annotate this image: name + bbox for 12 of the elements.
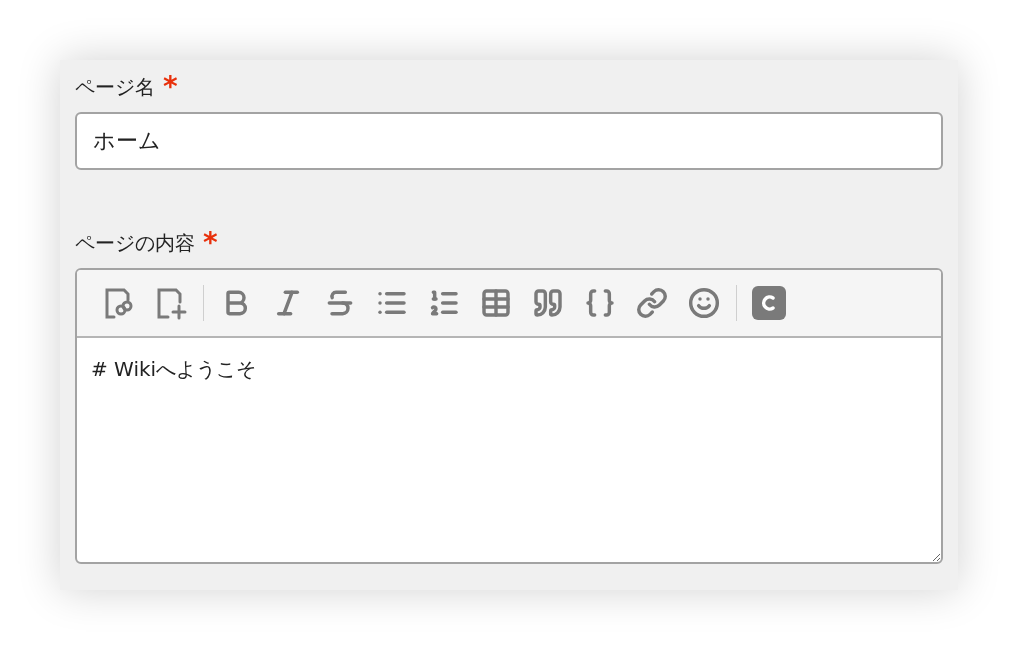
quote-icon [532,287,564,319]
field-label: ページの内容 [75,230,195,257]
table-icon [480,287,512,319]
link-icon [636,287,668,319]
braces-icon [584,287,616,319]
required-mark: * [203,229,218,257]
editor-field[interactable]: # Wikiへようこそ [75,268,943,564]
required-mark: * [163,73,178,101]
smile-icon [688,287,720,319]
field-label: ページ名 [75,74,155,101]
logo-icon [752,286,786,320]
input-field[interactable]: ホーム [75,112,943,170]
